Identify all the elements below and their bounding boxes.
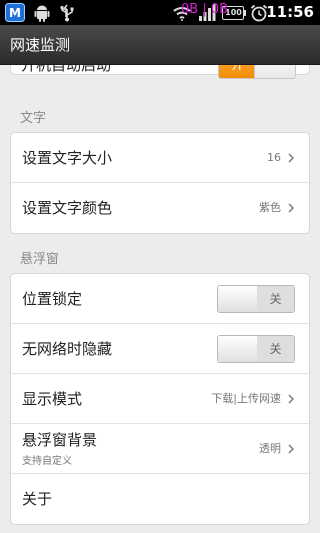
chevron-right-icon — [288, 444, 295, 454]
chevron-right-icon — [288, 394, 295, 404]
toggle-off-text: 关 — [257, 286, 294, 312]
about-label: 关于 — [22, 490, 53, 508]
android-icon — [34, 3, 50, 22]
list-item-floating-background[interactable]: 悬浮窗背景 支持自定义 透明 — [11, 424, 309, 474]
text-color-label: 设置文字颜色 — [22, 199, 113, 217]
usb-icon — [58, 3, 76, 22]
autostart-toggle-knob — [254, 65, 295, 78]
toggle-knob — [218, 336, 258, 362]
section-header-floating-window: 悬浮窗 — [20, 252, 60, 267]
section-header-text: 文字 — [20, 111, 47, 126]
svg-text:M: M — [9, 6, 21, 20]
list-item-display-mode[interactable]: 显示模式 下载|上传网速 — [11, 374, 309, 424]
speed-readout: 0B | 0B — [181, 2, 229, 17]
hide-offline-toggle[interactable]: 关 — [217, 335, 295, 363]
autostart-toggle[interactable]: 开 — [218, 65, 296, 79]
list-item-hide-offline[interactable]: 无网络时隐藏 关 — [11, 324, 309, 374]
network-monitor-app-icon: M — [4, 3, 26, 22]
display-mode-value: 下载|上传网速 — [211, 392, 281, 405]
list-item-position-lock[interactable]: 位置锁定 关 — [11, 274, 309, 324]
floating-background-value: 透明 — [259, 442, 281, 455]
status-bar: M 100 11:56 — [0, 0, 320, 25]
autostart-label: 开机自动启动 — [21, 65, 112, 74]
page-title: 网速监测 — [10, 36, 71, 54]
list-item-text-size[interactable]: 设置文字大小 16 — [11, 133, 309, 183]
autostart-toggle-on-text: 开 — [219, 65, 256, 78]
text-size-label: 设置文字大小 — [22, 149, 113, 167]
position-lock-toggle[interactable]: 关 — [217, 285, 295, 313]
text-color-value: 紫色 — [259, 201, 281, 214]
list-item-text-color[interactable]: 设置文字颜色 紫色 — [11, 183, 309, 233]
position-lock-label: 位置锁定 — [22, 290, 83, 308]
floating-background-subtitle: 支持自定义 — [22, 456, 72, 467]
clock: 11:56 — [266, 3, 314, 21]
chevron-right-icon — [288, 203, 295, 213]
display-mode-label: 显示模式 — [22, 390, 83, 408]
floating-background-label: 悬浮窗背景 — [22, 431, 98, 449]
chevron-right-icon — [288, 153, 295, 163]
settings-list[interactable]: 开机自动启动 开 文字 设置文字大小 16 设置文字颜色 紫色 悬浮窗 位置锁定… — [0, 65, 320, 533]
text-size-value: 16 — [267, 151, 281, 164]
hide-offline-label: 无网络时隐藏 — [22, 340, 113, 358]
title-bar: 网速监测 — [0, 25, 320, 65]
floating-window-card: 位置锁定 关 无网络时隐藏 关 显示模式 下载|上传网速 悬浮窗背景 支持自定义… — [10, 273, 310, 525]
toggle-off-text: 关 — [257, 336, 294, 362]
list-item-about[interactable]: 关于 — [11, 474, 309, 524]
text-settings-card: 设置文字大小 16 设置文字颜色 紫色 — [10, 132, 310, 234]
toggle-knob — [218, 286, 258, 312]
